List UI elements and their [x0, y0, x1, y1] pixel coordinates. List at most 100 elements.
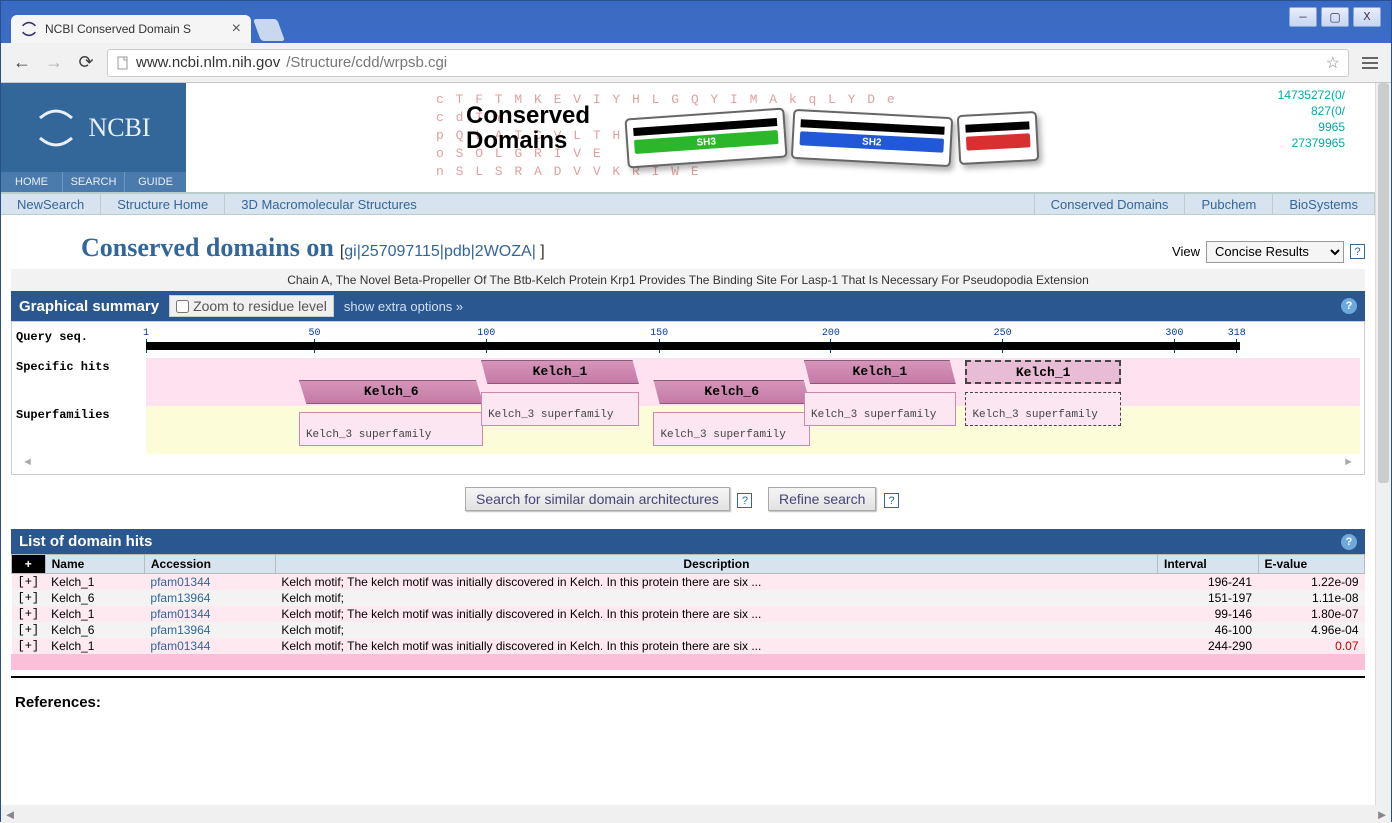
hit-name: Kelch_1	[45, 574, 144, 591]
vertical-scrollbar[interactable]	[1375, 83, 1391, 805]
nav-newsearch[interactable]: NewSearch	[1, 194, 101, 214]
url-domain: www.ncbi.nlm.nih.gov	[136, 54, 280, 71]
browser-toolbar: ← → ⟳ www.ncbi.nlm.nih.gov/Structure/cdd…	[1, 43, 1391, 83]
nav-3d-structures[interactable]: 3D Macromolecular Structures	[225, 194, 1034, 214]
hit-description: Kelch motif; The kelch motif was initial…	[275, 638, 1157, 654]
table-row[interactable]: [+]Kelch_1pfam01344Kelch motif; The kelc…	[12, 606, 1365, 622]
domain-kelch1-2[interactable]: Kelch_1	[804, 360, 956, 384]
table-row[interactable]: [+]Kelch_6pfam13964Kelch motif;46-1004.9…	[12, 622, 1365, 638]
ncbi-sublinks: HOME SEARCH GUIDE	[1, 172, 186, 192]
tab-title: NCBI Conserved Domain S	[45, 22, 191, 36]
domain-hits-title: List of domain hits	[19, 533, 152, 550]
domain-kelch6-2[interactable]: Kelch_6	[653, 380, 810, 404]
minimize-button[interactable]: —	[1289, 7, 1317, 27]
hit-accession[interactable]: pfam01344	[144, 638, 275, 654]
graphical-summary-title: Graphical summary	[19, 298, 159, 315]
bookmark-star-icon[interactable]: ☆	[1326, 53, 1340, 73]
help-graph-icon[interactable]: ?	[1341, 298, 1357, 314]
col-name[interactable]: Name	[45, 555, 144, 574]
hit-evalue: 4.96e-04	[1258, 622, 1365, 638]
ncbi-logo-text: NCBI	[88, 113, 150, 143]
zoom-checkbox-input[interactable]	[176, 300, 189, 313]
expand-row-button[interactable]: [+]	[12, 638, 46, 654]
hit-description: Kelch motif; The kelch motif was initial…	[275, 574, 1157, 591]
hit-accession[interactable]: pfam13964	[144, 622, 275, 638]
nav-pubchem[interactable]: Pubchem	[1185, 194, 1273, 214]
view-label: View	[1172, 244, 1200, 259]
nav-structure-home[interactable]: Structure Home	[101, 194, 225, 214]
help-view-icon[interactable]: ?	[1350, 244, 1365, 259]
bottom-hscroll[interactable]: ◄►	[1, 805, 1391, 823]
sf-box-4[interactable]: Kelch_3 superfamily	[804, 392, 956, 426]
site-favicon-icon	[21, 21, 37, 37]
chrome-menu-button[interactable]	[1359, 52, 1381, 74]
close-window-button[interactable]: X	[1353, 7, 1381, 27]
expand-row-button[interactable]: [+]	[12, 590, 46, 606]
nav-conserved-domains[interactable]: Conserved Domains	[1035, 194, 1186, 214]
specific-hits-row: Specific hits Kelch_6 Kelch_1 Kelch_6 Ke…	[16, 358, 1360, 406]
col-description[interactable]: Description	[275, 555, 1157, 574]
show-extra-options-link[interactable]: show extra options »	[344, 299, 463, 314]
expand-all-button[interactable]: +	[12, 555, 46, 574]
col-accession[interactable]: Accession	[144, 555, 275, 574]
superfamilies-row: Superfamilies Kelch_3 superfamily Kelch_…	[16, 406, 1360, 454]
help-refine-icon[interactable]: ?	[884, 493, 899, 508]
domain-kelch1-3[interactable]: Kelch_1	[965, 360, 1120, 384]
col-evalue[interactable]: E-value	[1258, 555, 1365, 574]
hit-description: Kelch motif;	[275, 622, 1157, 638]
hit-description: Kelch motif;	[275, 590, 1157, 606]
gi-link[interactable]: gi|257097115|pdb|2WOZA|	[344, 243, 536, 260]
banner-puzzle-art: SH3 SH2	[626, 113, 1038, 163]
hit-accession[interactable]: pfam01344	[144, 574, 275, 591]
hit-accession[interactable]: pfam13964	[144, 590, 275, 606]
maximize-button[interactable]: ▢	[1321, 7, 1349, 27]
domain-hits-table: + Name Accession Description Interval E-…	[11, 554, 1365, 654]
zoom-checkbox[interactable]: Zoom to residue level	[169, 295, 334, 317]
hit-accession[interactable]: pfam01344	[144, 606, 275, 622]
scroll-thumb[interactable]	[1378, 83, 1389, 483]
refine-search-button[interactable]: Refine search	[768, 487, 876, 511]
hit-interval: 151-197	[1158, 590, 1258, 606]
col-interval[interactable]: Interval	[1158, 555, 1258, 574]
expand-row-button[interactable]: [+]	[12, 574, 46, 591]
domain-kelch1-1[interactable]: Kelch_1	[481, 360, 639, 384]
table-row[interactable]: [+]Kelch_1pfam01344Kelch motif; The kelc…	[12, 574, 1365, 591]
nav-biosystems[interactable]: BioSystems	[1273, 194, 1375, 214]
reload-button[interactable]: ⟳	[75, 52, 97, 74]
graph-hscroll[interactable]: ◄►	[16, 454, 1360, 470]
expand-row-button[interactable]: [+]	[12, 622, 46, 638]
new-tab-button[interactable]	[253, 19, 285, 41]
hit-description: Kelch motif; The kelch motif was initial…	[275, 606, 1157, 622]
expand-row-button[interactable]: [+]	[12, 606, 46, 622]
hit-evalue: 1.22e-09	[1258, 574, 1365, 591]
domain-kelch6-1[interactable]: Kelch_6	[299, 380, 484, 404]
view-controls: View Concise Results ?	[1172, 241, 1365, 263]
window-controls: — ▢ X	[1289, 7, 1381, 27]
ncbi-logo-block[interactable]: NCBI HOME SEARCH GUIDE	[1, 83, 186, 192]
table-row[interactable]: [+]Kelch_1pfam01344Kelch motif; The kelc…	[12, 638, 1365, 654]
ncbi-search-link[interactable]: SEARCH	[63, 172, 125, 192]
table-row[interactable]: [+]Kelch_6pfam13964Kelch motif;151-1971.…	[12, 590, 1365, 606]
gi-label: [gi|257097115|pdb|2WOZA| ]	[340, 243, 545, 261]
search-similar-arch-button[interactable]: Search for similar domain architectures	[465, 487, 730, 511]
chrome-window: — ▢ X NCBI Conserved Domain S × ← → ⟳ ww…	[0, 0, 1392, 822]
ncbi-home-link[interactable]: HOME	[1, 172, 63, 192]
view-select[interactable]: Concise Results	[1206, 241, 1344, 263]
forward-button[interactable]: →	[43, 52, 65, 74]
sf-box-3[interactable]: Kelch_3 superfamily	[653, 412, 810, 446]
browser-tab[interactable]: NCBI Conserved Domain S ×	[11, 15, 251, 43]
graphical-summary-panel: Query seq. 1 50 100 150 200 250 300 318	[11, 321, 1365, 475]
help-hits-icon[interactable]: ?	[1341, 534, 1357, 550]
hit-name: Kelch_6	[45, 622, 144, 638]
ncbi-guide-link[interactable]: GUIDE	[125, 172, 186, 192]
url-path: /Structure/cdd/wrpsb.cgi	[286, 54, 447, 71]
titlebar	[1, 1, 1391, 11]
url-bar[interactable]: www.ncbi.nlm.nih.gov/Structure/cdd/wrpsb…	[107, 49, 1349, 77]
sf-box-5[interactable]: Kelch_3 superfamily	[965, 392, 1120, 426]
help-similar-icon[interactable]: ?	[737, 493, 752, 508]
graphical-summary-bar: Graphical summary Zoom to residue level …	[11, 291, 1365, 321]
close-tab-icon[interactable]: ×	[232, 20, 241, 38]
sf-box-2[interactable]: Kelch_3 superfamily	[481, 392, 639, 426]
sf-box-1[interactable]: Kelch_3 superfamily	[299, 412, 484, 446]
back-button[interactable]: ←	[11, 52, 33, 74]
